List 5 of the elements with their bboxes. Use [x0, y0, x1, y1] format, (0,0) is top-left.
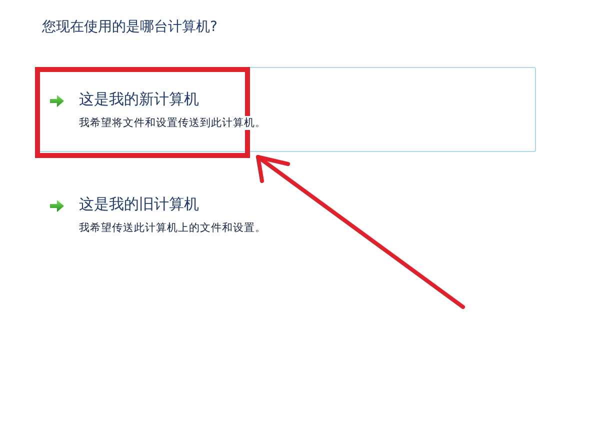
question-heading: 您现在使用的是哪台计算机?	[42, 18, 218, 37]
arrow-icon	[49, 199, 65, 213]
option-title: 这是我的旧计算机	[79, 195, 200, 214]
option-title: 这是我的新计算机	[79, 90, 200, 109]
arrow-icon	[49, 94, 65, 108]
